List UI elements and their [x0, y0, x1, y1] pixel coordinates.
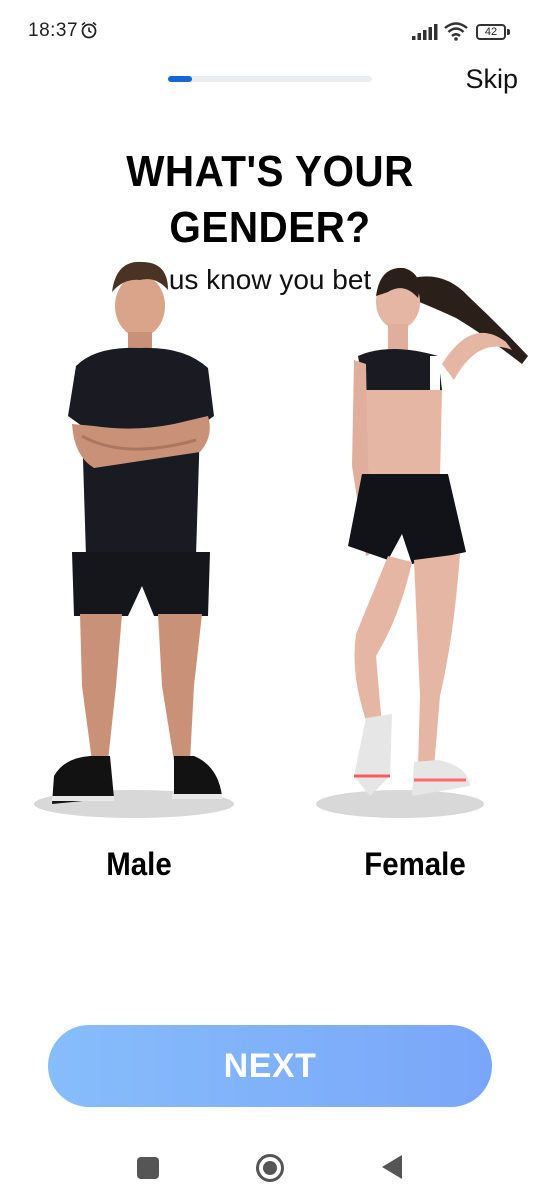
back-icon[interactable]	[382, 1155, 402, 1179]
title-line-1: WHAT'S YOUR	[126, 147, 414, 196]
progress-fill	[168, 76, 193, 82]
skip-button[interactable]: Skip	[465, 64, 518, 95]
male-label: Male	[106, 846, 172, 882]
male-figure-image	[34, 261, 234, 818]
status-time: 18:37	[28, 20, 79, 41]
next-button[interactable]: NEXT	[48, 1025, 492, 1107]
alarm-icon	[81, 21, 97, 39]
female-option[interactable]: Female	[290, 256, 540, 906]
female-figure-image	[316, 267, 528, 818]
battery-icon: 42	[476, 24, 510, 40]
female-label: Female	[364, 846, 466, 882]
battery-level: 42	[476, 24, 506, 40]
title-line-2: GENDER?	[169, 203, 371, 252]
page-title: WHAT'S YOUR GENDER?	[22, 144, 519, 256]
male-option[interactable]: Male	[24, 256, 254, 906]
status-bar: 18:37 42	[0, 0, 540, 64]
navigation-bar	[0, 1140, 540, 1200]
onboarding-progress	[168, 76, 372, 82]
home-icon[interactable]	[256, 1154, 284, 1182]
wifi-icon	[444, 22, 468, 41]
signal-icon	[412, 24, 438, 40]
recent-apps-icon[interactable]	[137, 1157, 159, 1179]
